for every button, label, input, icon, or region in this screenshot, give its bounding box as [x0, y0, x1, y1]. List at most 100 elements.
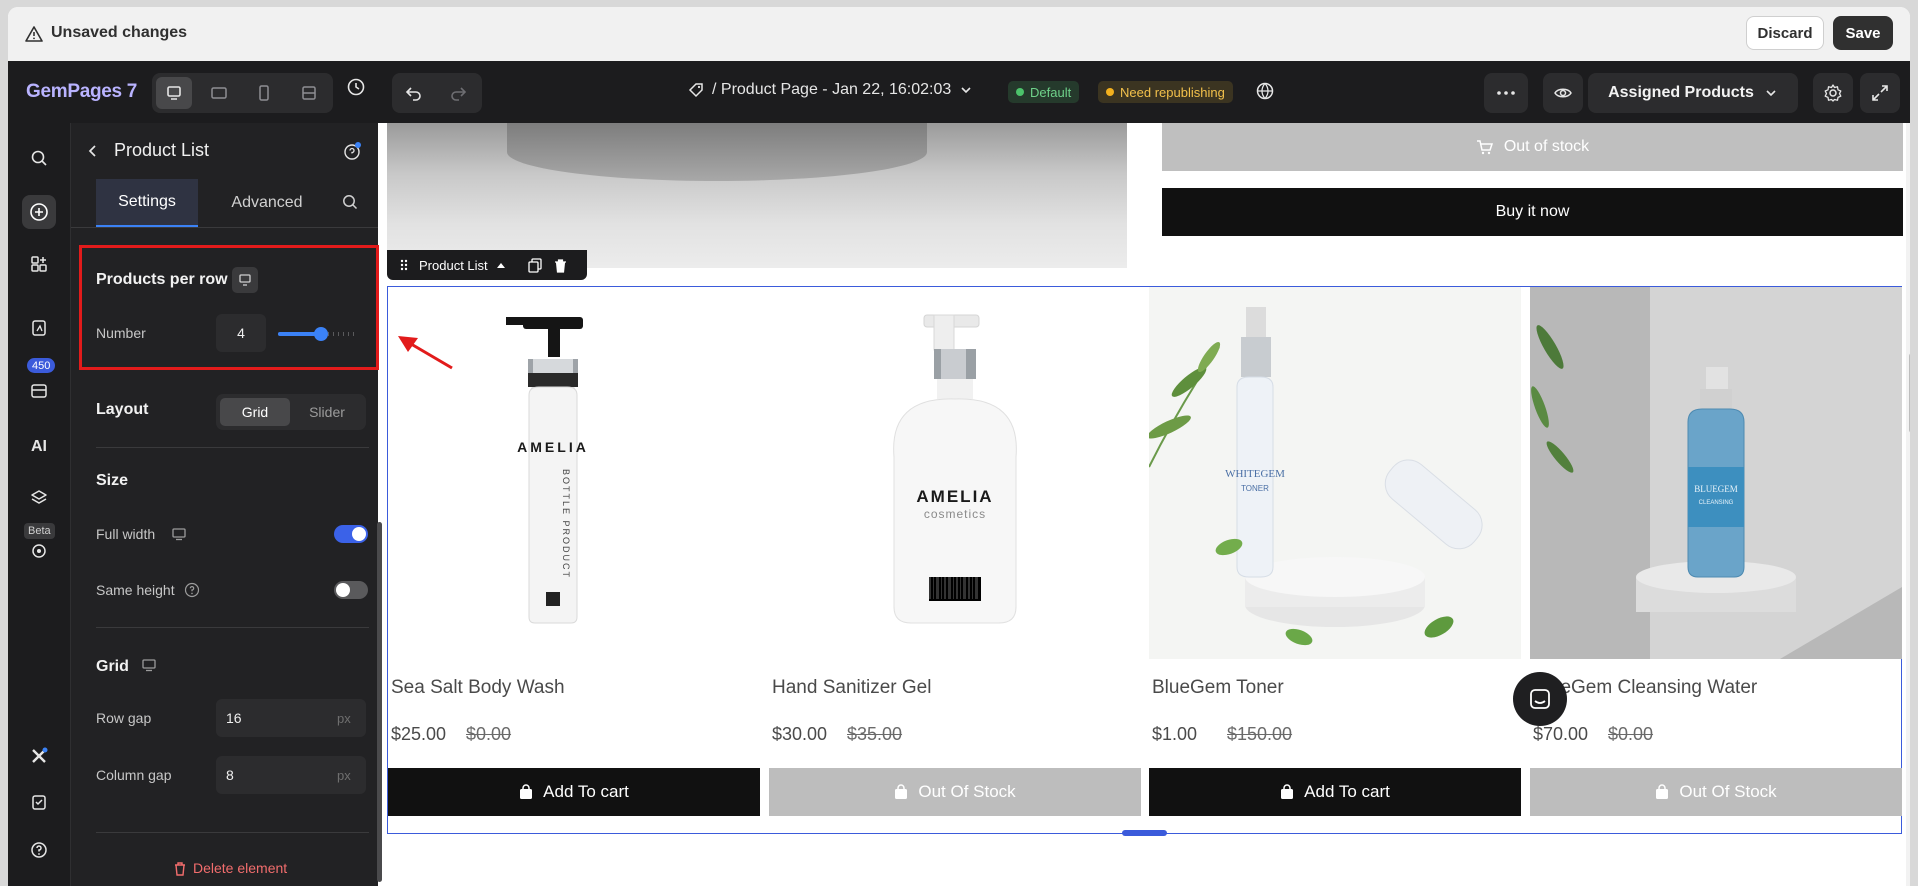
clock-icon: [347, 78, 365, 96]
size-title: Size: [96, 472, 129, 489]
divider: [96, 627, 369, 628]
brand-x-icon: [32, 747, 48, 763]
product-name[interactable]: Hand Sanitizer Gel: [772, 677, 931, 699]
products-per-row-title: Products per row: [96, 271, 228, 288]
canvas-scrollbar[interactable]: [1906, 123, 1910, 886]
column-gap-unit: px: [337, 768, 351, 783]
assigned-products-label: Assigned Products: [1608, 84, 1754, 101]
same-height-toggle[interactable]: [334, 581, 368, 599]
panel-title: Product List: [114, 140, 210, 160]
top-oos-label: Out of stock: [1503, 138, 1590, 155]
desktop-icon: [172, 528, 186, 541]
save-button[interactable]: Save: [1833, 16, 1893, 50]
unsaved-changes-bar: Unsaved changes Discard Save: [8, 7, 1910, 62]
fullscreen-button[interactable]: [1860, 73, 1900, 113]
delete-element-label: Delete element: [193, 860, 288, 876]
product-name[interactable]: BlueGem Toner: [1152, 677, 1284, 699]
drag-handle-icon[interactable]: [399, 258, 409, 272]
slider-thumb[interactable]: [313, 327, 328, 341]
settings-button[interactable]: [1813, 73, 1853, 113]
full-width-label: Full width: [96, 526, 156, 542]
out-of-stock-button[interactable]: Out Of Stock: [1530, 768, 1902, 816]
rail-beta-tool[interactable]: [22, 534, 56, 568]
rail-tasks[interactable]: [22, 785, 56, 819]
device-chip[interactable]: [232, 267, 258, 293]
warning-icon: [25, 26, 43, 42]
add-to-cart-button[interactable]: Add To cart: [1149, 768, 1521, 816]
product-list-tag-label[interactable]: Product List: [419, 258, 488, 273]
rail-apps[interactable]: [22, 247, 56, 281]
apps-icon: [31, 256, 47, 272]
toggle-knob: [336, 583, 350, 597]
shopping-bag-icon: [1656, 784, 1669, 799]
page-title[interactable]: / Product Page - Jan 22, 16:02:03: [688, 81, 973, 99]
full-width-toggle[interactable]: [334, 525, 368, 543]
discard-button[interactable]: Discard: [1746, 16, 1824, 50]
rail-library[interactable]: [22, 374, 56, 408]
mobile-view-button[interactable]: [246, 77, 282, 109]
product-image[interactable]: BLUEGEM CLEANSING: [1530, 287, 1902, 659]
trash-icon: [175, 861, 185, 876]
delete-element-button[interactable]: Delete element: [173, 860, 287, 876]
annotation-arrow-icon: [398, 336, 453, 370]
row-gap-label: Row gap: [96, 710, 152, 726]
divider: [96, 447, 369, 448]
product-name[interactable]: Sea Salt Body Wash: [391, 677, 565, 699]
assigned-products-dropdown[interactable]: Assigned Products: [1588, 73, 1798, 113]
undo-icon[interactable]: [405, 84, 423, 102]
back-chevron-icon[interactable]: [85, 143, 101, 159]
unsaved-message: Unsaved changes: [51, 24, 188, 41]
responsive-view-button[interactable]: [291, 77, 327, 109]
rail-pages[interactable]: [22, 311, 56, 345]
history-button[interactable]: [346, 77, 366, 102]
rail-help[interactable]: [22, 833, 56, 867]
panel-scrollbar[interactable]: [377, 522, 382, 882]
cart-icon: [1476, 140, 1493, 155]
caret-up-icon[interactable]: [496, 261, 506, 269]
search-icon[interactable]: [341, 193, 359, 211]
top-out-of-stock-button[interactable]: Out of stock: [1162, 123, 1903, 171]
desktop-icon: [142, 659, 156, 672]
resize-handle[interactable]: [1122, 830, 1167, 836]
redo-icon[interactable]: [449, 84, 467, 102]
preview-button[interactable]: [1543, 73, 1583, 113]
product-sub-label: BOTTLE PRODUCT: [561, 469, 571, 579]
responsive-icon: [302, 86, 316, 100]
layout-title: Layout: [96, 401, 149, 418]
search-icon: [31, 150, 47, 166]
tab-advanced[interactable]: Advanced: [211, 179, 323, 227]
rail-layers[interactable]: [22, 481, 56, 515]
product-image[interactable]: WHITEGEM TONER: [1149, 287, 1521, 659]
add-to-cart-button[interactable]: Add To cart: [388, 768, 760, 816]
help-circle-icon[interactable]: [184, 582, 200, 598]
same-height-label: Same height: [96, 582, 175, 598]
rail-brand[interactable]: [22, 739, 56, 773]
desktop-view-button[interactable]: [156, 77, 192, 109]
duplicate-icon[interactable]: [528, 257, 542, 273]
layout-option-slider[interactable]: Slider: [292, 398, 362, 426]
help-badge-icon[interactable]: [343, 141, 363, 161]
chat-launcher-button[interactable]: [1513, 672, 1567, 726]
out-of-stock-button[interactable]: Out Of Stock: [769, 768, 1141, 816]
left-tool-rail: 450 AI Beta: [8, 123, 71, 886]
layout-option-grid[interactable]: Grid: [220, 398, 290, 426]
badge-default-label: Default: [1030, 84, 1072, 100]
product-price: $25.00: [391, 724, 447, 744]
tablet-view-button[interactable]: [201, 77, 237, 109]
products-per-row-input[interactable]: 4: [216, 314, 266, 352]
scrollbar-thumb[interactable]: [1909, 353, 1910, 433]
product-compare-price: $0.00: [466, 724, 512, 744]
trash-icon[interactable]: [554, 258, 567, 273]
product-compare-price: $150.00: [1227, 724, 1293, 744]
rail-search[interactable]: [22, 141, 56, 175]
rail-add-element[interactable]: [22, 195, 56, 229]
product-sub-label: CLEANSING: [1699, 500, 1734, 506]
eye-icon: [1554, 88, 1572, 98]
editor-topbar: GemPages 7 / Product Page - Jan 22, 16:0…: [8, 61, 1910, 123]
rail-ai[interactable]: AI: [22, 430, 56, 464]
tab-settings[interactable]: Settings: [96, 179, 198, 227]
product-image[interactable]: AMELIA cosmetics: [769, 287, 1141, 659]
more-options-button[interactable]: [1484, 73, 1528, 113]
buy-it-now-button[interactable]: Buy it now: [1162, 188, 1903, 236]
language-button[interactable]: [1255, 81, 1275, 106]
